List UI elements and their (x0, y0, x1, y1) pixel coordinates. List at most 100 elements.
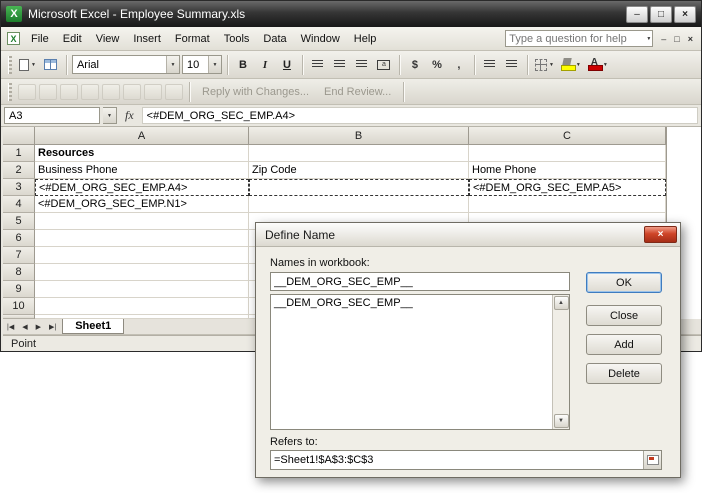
menu-file[interactable]: File (24, 30, 56, 48)
borders-button[interactable] (533, 55, 557, 75)
cell-A4[interactable]: <#DEM_ORG_SEC_EMP.N1> (35, 196, 249, 213)
refers-to-input[interactable] (271, 454, 643, 466)
toolbar-drag-handle[interactable] (8, 56, 12, 74)
last-sheet-icon[interactable] (45, 323, 60, 331)
close-dialog-button[interactable]: Close (586, 305, 662, 326)
row-header-9[interactable]: 9 (3, 281, 35, 298)
review-icon-1[interactable] (18, 84, 36, 100)
cell-C4[interactable] (469, 196, 666, 213)
workbook-close-icon[interactable] (684, 34, 697, 44)
scroll-up-icon[interactable] (554, 296, 569, 310)
cell-A9[interactable] (35, 281, 249, 298)
cell-B3[interactable] (249, 179, 469, 196)
row-header-1[interactable]: 1 (3, 145, 35, 162)
comma-button[interactable]: , (449, 55, 469, 75)
cell-B1[interactable] (249, 145, 469, 162)
row-header-7[interactable]: 7 (3, 247, 35, 264)
end-review-button[interactable]: End Review... (318, 86, 397, 98)
review-icon-4[interactable] (81, 84, 99, 100)
review-icon-7[interactable] (144, 84, 162, 100)
row-header-5[interactable]: 5 (3, 213, 35, 230)
menu-data[interactable]: Data (256, 30, 293, 48)
font-name-dropdown-icon[interactable] (166, 56, 179, 73)
toolbar-drag-handle[interactable] (8, 83, 12, 101)
reply-with-changes-button[interactable]: Reply with Changes... (196, 86, 315, 98)
listbox-scrollbar[interactable] (552, 295, 569, 429)
row-header-6[interactable]: 6 (3, 230, 35, 247)
cell-C3[interactable]: <#DEM_ORG_SEC_EMP.A5> (469, 179, 666, 196)
review-icon-3[interactable] (60, 84, 78, 100)
previous-sheet-icon[interactable] (18, 323, 31, 331)
currency-button[interactable]: $ (405, 55, 425, 75)
row-header-4[interactable]: 4 (3, 196, 35, 213)
row-header-10[interactable]: 10 (3, 298, 35, 315)
font-size-combo[interactable]: 10 (182, 55, 222, 74)
merge-center-button[interactable] (374, 55, 394, 75)
review-icon-6[interactable] (123, 84, 141, 100)
row-header-8[interactable]: 8 (3, 264, 35, 281)
review-icon-8[interactable] (165, 84, 183, 100)
first-sheet-icon[interactable] (3, 323, 18, 331)
names-listbox[interactable]: __DEM_ORG_SEC_EMP__ (270, 294, 570, 430)
align-left-button[interactable] (308, 55, 328, 75)
menu-window[interactable]: Window (294, 30, 347, 48)
name-box-dropdown-icon[interactable] (103, 107, 117, 124)
cell-A2[interactable]: Business Phone (35, 162, 249, 179)
fill-color-button[interactable] (559, 55, 584, 75)
cell-C2[interactable]: Home Phone (469, 162, 666, 179)
select-all-corner[interactable] (3, 127, 35, 145)
align-center-button[interactable] (330, 55, 350, 75)
name-input[interactable] (270, 272, 570, 291)
cell-C1[interactable] (469, 145, 666, 162)
font-size-dropdown-icon[interactable] (208, 56, 221, 73)
review-icon-2[interactable] (39, 84, 57, 100)
italic-button[interactable]: I (255, 55, 275, 75)
review-icon-5[interactable] (102, 84, 120, 100)
name-box[interactable]: A3 (4, 107, 100, 124)
chevron-down-icon[interactable] (548, 62, 555, 68)
cell-B4[interactable] (249, 196, 469, 213)
insert-table-button[interactable] (41, 55, 61, 75)
cell-A8[interactable] (35, 264, 249, 281)
chevron-down-icon[interactable] (602, 62, 609, 68)
chevron-down-icon[interactable] (575, 62, 582, 68)
cell-A7[interactable] (35, 247, 249, 264)
cell-A1[interactable]: Resources (35, 145, 249, 162)
cell-A5[interactable] (35, 213, 249, 230)
new-document-button[interactable] (17, 55, 39, 75)
menu-edit[interactable]: Edit (56, 30, 89, 48)
scroll-down-icon[interactable] (554, 414, 569, 428)
row-header-2[interactable]: 2 (3, 162, 35, 179)
underline-button[interactable]: U (277, 55, 297, 75)
close-button[interactable] (674, 6, 696, 23)
list-item-dem-org-sec-emp[interactable]: __DEM_ORG_SEC_EMP__ (271, 295, 552, 310)
workbook-restore-icon[interactable] (670, 34, 683, 44)
font-color-button[interactable]: A (586, 55, 611, 75)
menu-view[interactable]: View (89, 30, 127, 48)
menu-format[interactable]: Format (168, 30, 217, 48)
next-sheet-icon[interactable] (32, 323, 45, 331)
tab-sheet1[interactable]: Sheet1 (62, 319, 124, 334)
formula-input[interactable]: <#DEM_ORG_SEC_EMP.A4> (142, 107, 698, 124)
cell-A10[interactable] (35, 298, 249, 315)
dialog-title-bar[interactable]: Define Name (256, 223, 680, 247)
increase-indent-button[interactable] (502, 55, 522, 75)
menu-insert[interactable]: Insert (126, 30, 168, 48)
col-header-C[interactable]: C (469, 127, 666, 145)
workbook-minimize-icon[interactable] (657, 34, 670, 44)
menu-help[interactable]: Help (347, 30, 384, 48)
cell-B2[interactable]: Zip Code (249, 162, 469, 179)
percent-button[interactable]: % (427, 55, 447, 75)
decrease-indent-button[interactable] (480, 55, 500, 75)
cell-A3-active[interactable]: <#DEM_ORG_SEC_EMP.A4> (35, 179, 249, 196)
col-header-A[interactable]: A (35, 127, 249, 145)
menu-tools[interactable]: Tools (217, 30, 257, 48)
minimize-button[interactable] (626, 6, 648, 23)
maximize-button[interactable] (650, 6, 672, 23)
align-right-button[interactable] (352, 55, 372, 75)
collapse-dialog-button[interactable] (643, 451, 661, 469)
row-header-3[interactable]: 3 (3, 179, 35, 196)
insert-function-icon[interactable]: fx (120, 108, 139, 123)
delete-button[interactable]: Delete (586, 363, 662, 384)
dialog-close-button[interactable] (644, 226, 677, 243)
